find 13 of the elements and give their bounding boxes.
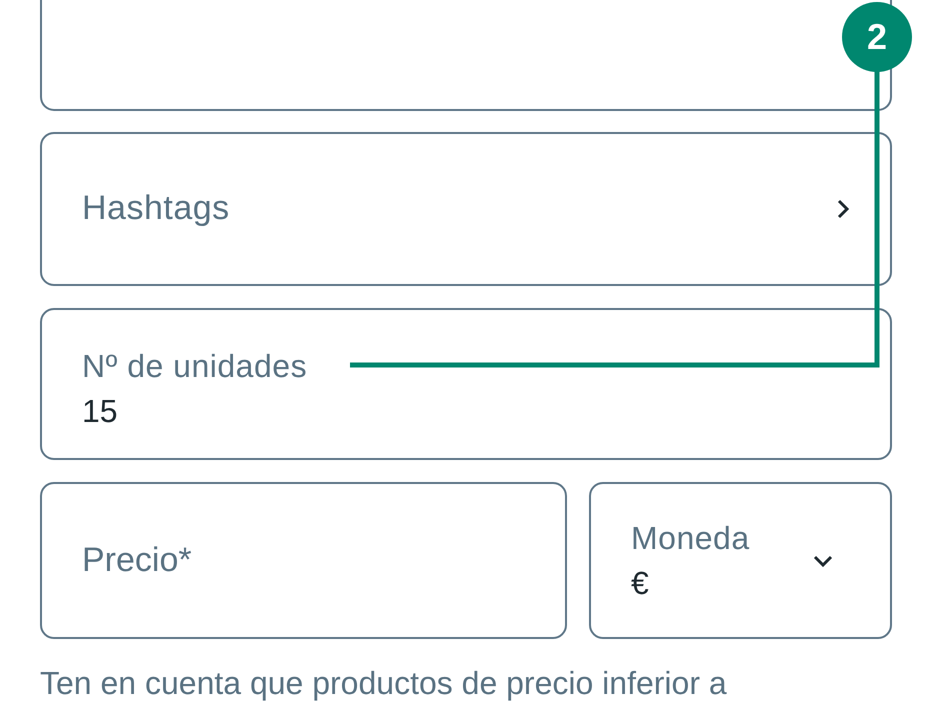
price-field[interactable]: Precio* xyxy=(40,482,567,639)
chevron-down-icon xyxy=(812,554,834,568)
field-label: Moneda xyxy=(631,520,750,556)
units-field[interactable]: Nº de unidades 15 xyxy=(40,308,892,460)
field-label: Nº de unidades xyxy=(82,348,308,385)
field-value: 15 xyxy=(82,392,119,430)
field-label: Hashtags xyxy=(82,189,230,228)
info-text: Ten en cuenta que productos de precio inferior a xyxy=(40,665,728,702)
chevron-right-icon xyxy=(836,198,850,220)
hashtags-field[interactable]: Hashtags xyxy=(40,132,892,286)
currency-select[interactable]: Moneda € xyxy=(589,482,892,639)
callout-badge: 2 xyxy=(842,2,912,72)
field-value: € xyxy=(631,564,650,602)
